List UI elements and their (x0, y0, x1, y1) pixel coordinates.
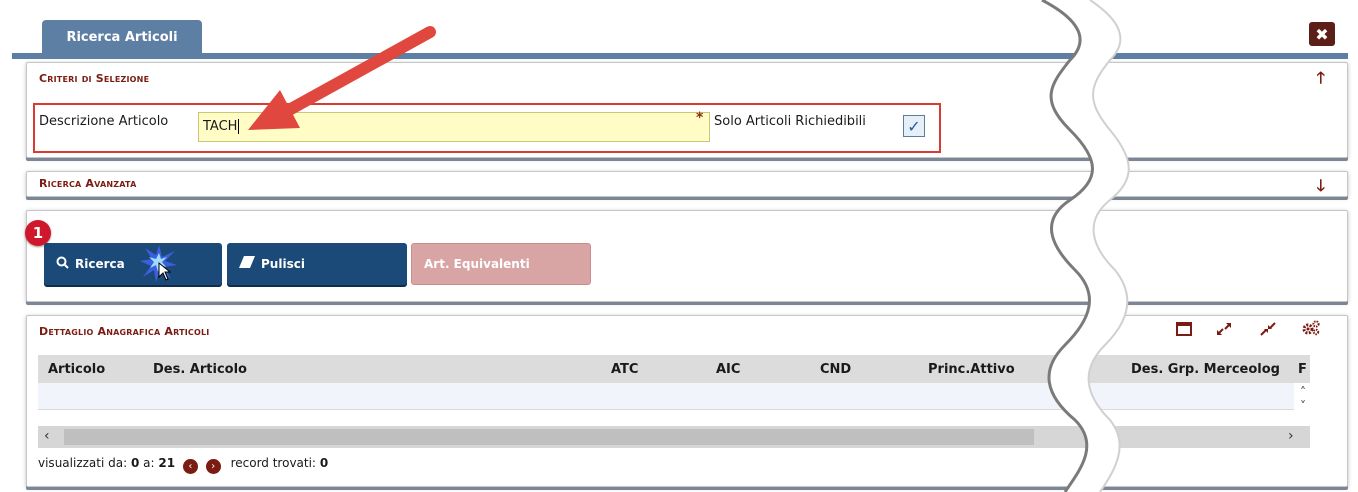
grid-footer: visualizzati da: 0 a: 21 ‹ › record trov… (38, 456, 328, 474)
step-badge: 1 (25, 220, 51, 246)
close-icon: ✖ (1315, 24, 1329, 44)
torn-edge-overlay (1041, 0, 1130, 492)
vertical-scroll-arrows[interactable]: ˄ ˅ (1296, 385, 1310, 419)
settings-gears-icon[interactable] (1302, 320, 1320, 340)
col-f[interactable]: F (1298, 362, 1307, 377)
only-requestable-label: Solo Articoli Richiedibili (714, 114, 866, 129)
eraser-icon (239, 256, 255, 272)
expand-icon[interactable] (1216, 322, 1232, 340)
tab-underline (12, 53, 1348, 59)
equivalents-button-label: Art. Equivalenti (424, 257, 530, 271)
col-des-articolo[interactable]: Des. Articolo (153, 362, 247, 377)
shown-to-value: 21 (158, 456, 176, 470)
annotation-arrow-icon (248, 26, 436, 130)
scroll-down-icon[interactable]: ˅ (1296, 399, 1310, 413)
only-requestable-checkbox[interactable]: ✓ (903, 115, 925, 137)
records-found-label: record trovati: (230, 456, 316, 470)
scroll-left-icon[interactable]: ‹ (44, 428, 50, 444)
criteria-panel: Criteri di Selezione 🡑 Descrizione Artic… (26, 62, 1348, 158)
next-page-icon[interactable]: › (205, 459, 221, 474)
advanced-panel: Ricerca Avanzata 🡓 (26, 171, 1348, 197)
shown-to-label: a: (143, 456, 155, 470)
search-button-label: Ricerca (75, 257, 125, 271)
window-icon[interactable] (1176, 322, 1192, 340)
tab-ricerca-articoli[interactable]: Ricerca Articoli (42, 20, 202, 54)
col-cnd[interactable]: CND (820, 362, 851, 377)
search-icon (56, 256, 69, 273)
search-button[interactable]: Ricerca (44, 243, 222, 285)
col-princ-attivo[interactable]: Princ.Attivo (928, 362, 1015, 377)
shown-from-value: 0 (130, 456, 140, 470)
scroll-thumb[interactable] (64, 429, 1034, 445)
col-articolo[interactable]: Articolo (48, 362, 105, 377)
scroll-up-icon[interactable]: ˄ (1296, 385, 1310, 399)
clear-button-label: Pulisci (261, 257, 305, 271)
description-value: TACH (203, 119, 238, 134)
collapse-arrow-icon[interactable]: 🡑 (1317, 67, 1325, 94)
col-aic[interactable]: AIC (716, 362, 740, 377)
expand-arrow-icon[interactable]: 🡓 (1317, 175, 1325, 202)
detail-title: Dettaglio Anagrafica Articoli (39, 325, 210, 338)
actions-panel (26, 210, 1348, 302)
col-des-grp-merceolog[interactable]: Des. Grp. Merceolog (1131, 362, 1280, 377)
col-atc[interactable]: ATC (611, 362, 638, 377)
shown-from-label: visualizzati da: (38, 456, 128, 470)
required-marker: * (696, 110, 704, 126)
description-label: Descrizione Articolo (39, 114, 169, 129)
scroll-right-icon[interactable]: › (1288, 428, 1294, 444)
check-icon: ✓ (907, 116, 921, 136)
prev-page-icon[interactable]: ‹ (182, 459, 198, 474)
records-found-value: 0 (319, 456, 329, 470)
close-button[interactable]: ✖ (1309, 22, 1335, 46)
criteria-title: Criteri di Selezione (39, 72, 150, 85)
clear-button[interactable]: Pulisci (227, 243, 407, 285)
equivalents-button[interactable]: Art. Equivalenti (411, 243, 591, 285)
click-burst-icon (139, 243, 179, 286)
compress-icon[interactable] (1260, 322, 1276, 340)
advanced-title: Ricerca Avanzata (39, 177, 137, 190)
